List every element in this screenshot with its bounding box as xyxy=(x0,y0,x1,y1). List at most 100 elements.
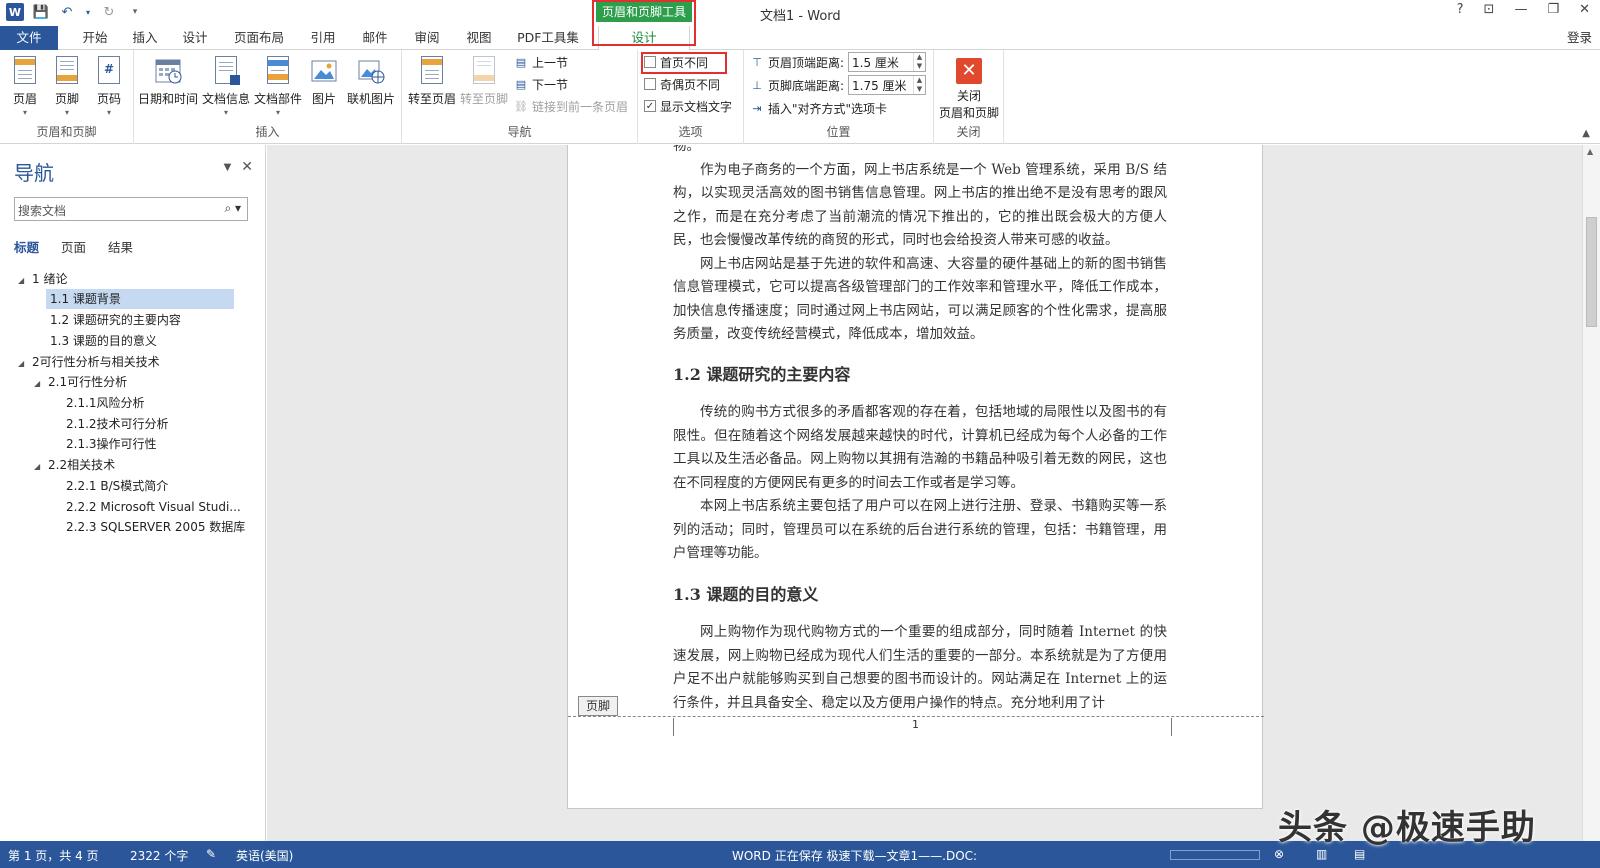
heading-1-3[interactable]: 1.3 课题的目的意义 xyxy=(673,581,818,605)
undo-icon[interactable]: ↶ xyxy=(58,3,76,21)
tab-file[interactable]: 文件 xyxy=(0,26,58,50)
paragraph: 本网上书店系统主要包括了用户可以在网上进行注册、登录、书籍购买等一系列的活动；同… xyxy=(673,498,1167,561)
help-button[interactable]: ? xyxy=(1457,2,1464,17)
close-header-footer-button[interactable]: ✕ 关闭 页眉和页脚 xyxy=(934,58,1004,121)
spin-arrows-icon[interactable]: ▲ ▼ xyxy=(913,76,925,94)
scroll-up-icon[interactable]: ▲ xyxy=(1587,147,1593,156)
page-count[interactable]: 第 1 页，共 4 页 xyxy=(8,847,99,864)
tree-item[interactable]: ◢ 2可行性分析与相关技术 xyxy=(18,352,160,372)
body-text[interactable]: 物。 作为电子商务的一个方面，网上书店系统是一个 Web 管理系统，采用 B/S… xyxy=(673,145,1167,347)
undo-dropdown-icon[interactable]: ▾ xyxy=(84,3,92,21)
tree-item[interactable]: 2.2.1 B/S模式简介 xyxy=(66,476,168,496)
footer-page-number[interactable]: 1 xyxy=(912,718,919,731)
tree-item[interactable]: ◢ 2.2相关技术 xyxy=(34,455,115,475)
tab-review[interactable]: 审阅 xyxy=(404,26,450,50)
tab-references[interactable]: 引用 xyxy=(300,26,346,50)
tab-insert[interactable]: 插入 xyxy=(122,26,168,50)
tree-item[interactable]: 1.2 课题研究的主要内容 xyxy=(50,310,181,330)
collapse-triangle-icon[interactable]: ◢ xyxy=(34,374,48,394)
nav-tab-results[interactable]: 结果 xyxy=(108,237,133,256)
footer-boundary-line xyxy=(568,716,1264,717)
close-window-button[interactable]: ✕ xyxy=(1579,2,1590,17)
watermark: 头条 @极速手助 xyxy=(1278,808,1536,848)
header-top-distance-input[interactable]: 1.5 厘米 ▲ ▼ xyxy=(848,52,926,72)
odd-even-different-checkbox[interactable]: 奇偶页不同 xyxy=(644,74,720,94)
header-button[interactable]: 页眉 ▾ xyxy=(6,56,44,117)
search-input[interactable]: 搜索文档 ⌕ ▾ xyxy=(14,197,248,221)
tree-item[interactable]: 2.1.3操作可行性 xyxy=(66,434,157,454)
tree-item[interactable]: 2.2.3 SQLSERVER 2005 数据库 xyxy=(66,517,245,537)
date-time-button[interactable]: 日期和时间 xyxy=(136,56,200,107)
customize-qat-icon[interactable]: ▾ xyxy=(126,3,144,21)
spin-arrows-icon[interactable]: ▲ ▼ xyxy=(913,53,925,71)
doc-info-button[interactable]: 文档信息 ▾ xyxy=(200,56,252,117)
footer-left-corner xyxy=(673,718,687,736)
nav-close-icon[interactable]: ✕ xyxy=(241,159,253,175)
search-icon[interactable]: ⌕ ▾ xyxy=(224,201,241,216)
cancel-save-icon[interactable]: ⊗ xyxy=(1274,847,1284,861)
tree-item[interactable]: 1.1 课题背景 xyxy=(46,289,234,309)
proofing-icon[interactable]: ✎ xyxy=(206,847,216,861)
chevron-down-icon: ▾ xyxy=(223,108,228,117)
tree-item[interactable]: 2.1.2技术可行分析 xyxy=(66,414,169,434)
collapse-triangle-icon[interactable]: ◢ xyxy=(18,354,32,374)
document-page[interactable]: 物。 作为电子商务的一个方面，网上书店系统是一个 Web 管理系统，采用 B/S… xyxy=(567,145,1264,809)
sign-in-link[interactable]: 登录 xyxy=(1567,26,1592,50)
body-text[interactable]: 传统的购书方式很多的矛盾都客观的存在着，包括地域的局限性以及图书的有限性。但在随… xyxy=(673,401,1167,566)
collapse-triangle-icon[interactable]: ◢ xyxy=(18,271,32,291)
vertical-scrollbar[interactable]: ▲ xyxy=(1582,145,1600,841)
nav-tab-headings[interactable]: 标题 xyxy=(14,237,39,256)
word-count[interactable]: 2322 个字 xyxy=(130,847,188,864)
word-logo-icon: W xyxy=(6,3,24,21)
goto-footer-button[interactable]: 转至页脚 xyxy=(458,56,510,107)
language[interactable]: 英语(美国) xyxy=(236,847,293,864)
body-text[interactable]: 网上购物作为现代购物方式的一个重要的组成部分，同时随着 Internet 的快速… xyxy=(673,621,1167,715)
quick-access-toolbar: W 💾 ↶ ▾ ↻ ▾ xyxy=(6,3,144,21)
picture-button[interactable]: 图片 xyxy=(306,56,342,107)
tab-design[interactable]: 设计 xyxy=(172,26,218,50)
collapse-triangle-icon[interactable]: ◢ xyxy=(34,457,48,477)
tree-item[interactable]: 1.3 课题的目的意义 xyxy=(50,331,157,351)
tab-page-layout[interactable]: 页面布局 xyxy=(226,26,292,50)
paragraph: 物。 xyxy=(673,145,700,154)
tab-view[interactable]: 视图 xyxy=(456,26,502,50)
nav-options-chevron-icon[interactable]: ▼ xyxy=(224,162,232,175)
footer-right-corner xyxy=(1158,718,1172,736)
document-area[interactable]: 物。 作为电子商务的一个方面，网上书店系统是一个 Web 管理系统，采用 B/S… xyxy=(267,145,1582,841)
link-to-previous-button[interactable]: ⛓ 链接到前一条页眉 xyxy=(514,96,628,116)
redo-icon[interactable]: ↻ xyxy=(100,3,118,21)
insert-align-tab-button[interactable]: ⇥ 插入"对齐方式"选项卡 xyxy=(750,98,887,118)
print-layout-icon[interactable]: ▤ xyxy=(1354,847,1365,861)
page-number-button[interactable]: # 页码 ▾ xyxy=(90,56,128,117)
header-top-distance: ⊤ 页眉顶端距离: xyxy=(750,52,844,72)
tree-item[interactable]: 2.2.2 Microsoft Visual Studi... xyxy=(66,497,241,517)
tree-item[interactable]: 2.1.1风险分析 xyxy=(66,393,145,413)
tab-mailings[interactable]: 邮件 xyxy=(352,26,398,50)
minimize-button[interactable]: — xyxy=(1514,2,1527,17)
footer-bottom-distance-input[interactable]: 1.75 厘米 ▲ ▼ xyxy=(848,75,926,95)
align-tab-icon: ⇥ xyxy=(752,101,762,115)
prev-section-button[interactable]: ▤ 上一节 xyxy=(514,52,568,72)
tree-item[interactable]: ◢ 2.1可行性分析 xyxy=(34,372,127,392)
collapse-ribbon-icon[interactable]: ▲ xyxy=(1582,128,1590,139)
next-section-button[interactable]: ▤ 下一节 xyxy=(514,74,568,94)
read-mode-icon[interactable]: ▥ xyxy=(1316,847,1327,861)
goto-header-button[interactable]: 转至页眉 xyxy=(406,56,458,107)
group-label: 插入 xyxy=(255,125,280,139)
scroll-thumb[interactable] xyxy=(1586,217,1597,327)
footer-button[interactable]: 页脚 ▾ xyxy=(48,56,86,117)
online-picture-button[interactable]: 联机图片 xyxy=(344,56,398,107)
header-distance-icon: ⊤ xyxy=(752,55,762,69)
show-doc-text-checkbox[interactable]: ✓ 显示文档文字 xyxy=(644,96,732,116)
tree-item[interactable]: ◢ 1 绪论 xyxy=(18,269,67,289)
nav-tab-pages[interactable]: 页面 xyxy=(61,237,86,256)
doc-parts-button[interactable]: 文档部件 ▾ xyxy=(252,56,304,117)
ribbon-display-options-button[interactable]: ⊡ xyxy=(1484,2,1495,17)
save-icon[interactable]: 💾 xyxy=(32,3,50,21)
group-label: 选项 xyxy=(678,125,703,139)
save-progress-bar xyxy=(1170,850,1260,860)
heading-1-2[interactable]: 1.2 课题研究的主要内容 xyxy=(673,361,850,385)
restore-button[interactable]: ❐ xyxy=(1547,2,1559,17)
tab-home[interactable]: 开始 xyxy=(72,26,118,50)
tab-pdf-tools[interactable]: PDF工具集 xyxy=(510,26,586,50)
